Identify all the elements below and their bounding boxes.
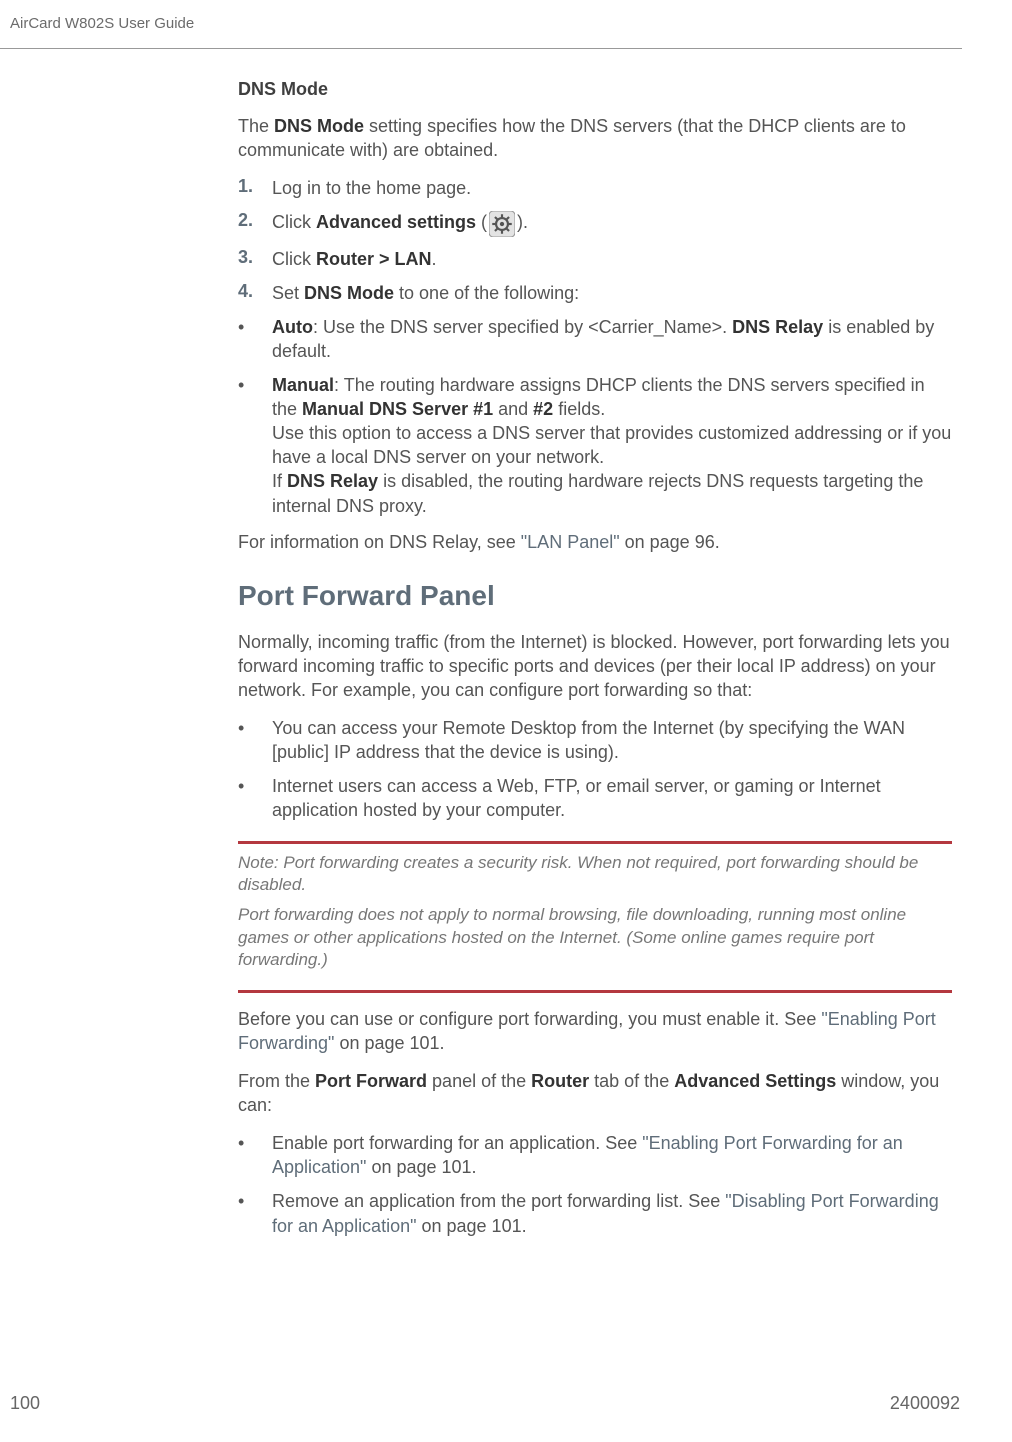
item-text: Internet users can access a Web, FTP, or… (272, 774, 952, 822)
pf-from-para: From the Port Forward panel of the Route… (238, 1069, 952, 1117)
router-lan-label: Router > LAN (316, 249, 432, 269)
doc-number: 2400092 (890, 1393, 960, 1414)
bullet-icon: • (238, 373, 272, 397)
text: on page 96. (620, 532, 720, 552)
note-text: Port forwarding does not apply to normal… (238, 904, 952, 971)
pf-examples: • You can access your Remote Desktop fro… (238, 716, 952, 822)
text: From the (238, 1071, 315, 1091)
text: fields. (553, 399, 605, 419)
step-3: 3. Click Router > LAN. (238, 247, 952, 271)
step-text: Log in to the home page. (272, 176, 952, 200)
text: The (238, 116, 274, 136)
note-label: Note: (238, 853, 283, 872)
text: to one of the following: (394, 283, 579, 303)
text: panel of the (427, 1071, 531, 1091)
port-forward-label: Port Forward (315, 1071, 427, 1091)
text: Set (272, 283, 304, 303)
note-text: Note: Port forwarding creates a security… (238, 852, 952, 897)
pf-intro: Normally, incoming traffic (from the Int… (238, 630, 952, 702)
bullet-icon: • (238, 774, 272, 798)
bullet-icon: • (238, 1131, 272, 1155)
step-number: 4. (238, 281, 272, 302)
bullet-icon: • (238, 716, 272, 740)
option-auto: • Auto: Use the DNS server specified by … (238, 315, 952, 363)
text: Use this option to access a DNS server t… (272, 423, 951, 467)
advanced-settings-label: Advanced settings (316, 212, 476, 232)
manual-label: Manual (272, 375, 334, 395)
text: Remove an application from the port forw… (272, 1191, 725, 1211)
list-item: • Remove an application from the port fo… (238, 1189, 952, 1237)
page-footer: 100 2400092 (10, 1393, 960, 1414)
step-2: 2. Click Advanced settings (). (238, 210, 952, 236)
text: Enable port forwarding for an applicatio… (272, 1133, 642, 1153)
auto-label: Auto (272, 317, 313, 337)
option-text: Auto: Use the DNS server specified by <C… (272, 315, 952, 363)
dns-intro: The DNS Mode setting specifies how the D… (238, 114, 952, 162)
option-manual: • Manual: The routing hardware assigns D… (238, 373, 952, 518)
text: Click (272, 249, 316, 269)
step-1: 1. Log in to the home page. (238, 176, 952, 200)
text: on page 101. (416, 1216, 526, 1236)
text: For information on DNS Relay, see (238, 532, 521, 552)
step-text: Click Advanced settings (). (272, 210, 952, 236)
bullet-icon: • (238, 1189, 272, 1213)
step-text: Click Router > LAN. (272, 247, 952, 271)
text: ). (517, 212, 528, 232)
list-item: • Enable port forwarding for an applicat… (238, 1131, 952, 1179)
header-rule (0, 48, 962, 49)
hash2-label: #2 (533, 399, 553, 419)
step-4: 4. Set DNS Mode to one of the following: (238, 281, 952, 305)
item-text: Remove an application from the port forw… (272, 1189, 952, 1237)
lan-panel-link[interactable]: "LAN Panel" (521, 532, 620, 552)
text: tab of the (589, 1071, 674, 1091)
note-bottom-rule (238, 990, 952, 993)
option-text: Manual: The routing hardware assigns DHC… (272, 373, 952, 518)
step-number: 3. (238, 247, 272, 268)
page-content: DNS Mode The DNS Mode setting specifies … (238, 79, 952, 1238)
page-number: 100 (10, 1393, 40, 1414)
advanced-settings-label: Advanced Settings (674, 1071, 836, 1091)
dns-options: • Auto: Use the DNS server specified by … (238, 315, 952, 518)
dns-mode-label: DNS Mode (274, 116, 364, 136)
step-number: 2. (238, 210, 272, 231)
text: on page 101. (366, 1157, 476, 1177)
text: Click (272, 212, 316, 232)
running-header: AirCard W802S User Guide (0, 15, 962, 32)
item-text: You can access your Remote Desktop from … (272, 716, 952, 764)
list-item: • You can access your Remote Desktop fro… (238, 716, 952, 764)
dns-relay-label: DNS Relay (732, 317, 823, 337)
pf-can-list: • Enable port forwarding for an applicat… (238, 1131, 952, 1237)
text: . (432, 249, 437, 269)
text: Port forwarding creates a security risk.… (238, 853, 918, 894)
bullet-icon: • (238, 315, 272, 339)
note-top-rule (238, 841, 952, 844)
text: Before you can use or configure port for… (238, 1009, 821, 1029)
text: If (272, 471, 287, 491)
step-text: Set DNS Mode to one of the following: (272, 281, 952, 305)
dns-steps: 1. Log in to the home page. 2. Click Adv… (238, 176, 952, 305)
step-number: 1. (238, 176, 272, 197)
dns-relay-label: DNS Relay (287, 471, 378, 491)
text: : Use the DNS server specified by <Carri… (313, 317, 732, 337)
router-label: Router (531, 1071, 589, 1091)
dns-mode-label: DNS Mode (304, 283, 394, 303)
item-text: Enable port forwarding for an applicatio… (272, 1131, 952, 1179)
heading-dns-mode: DNS Mode (238, 79, 952, 100)
pf-enable-ref: Before you can use or configure port for… (238, 1007, 952, 1055)
manual-dns-1-label: Manual DNS Server #1 (302, 399, 493, 419)
gear-icon (487, 211, 517, 237)
heading-port-forward: Port Forward Panel (238, 580, 952, 612)
dns-relay-ref: For information on DNS Relay, see "LAN P… (238, 530, 952, 554)
text: ( (476, 212, 487, 232)
text: on page 101. (334, 1033, 444, 1053)
text: and (493, 399, 533, 419)
list-item: • Internet users can access a Web, FTP, … (238, 774, 952, 822)
